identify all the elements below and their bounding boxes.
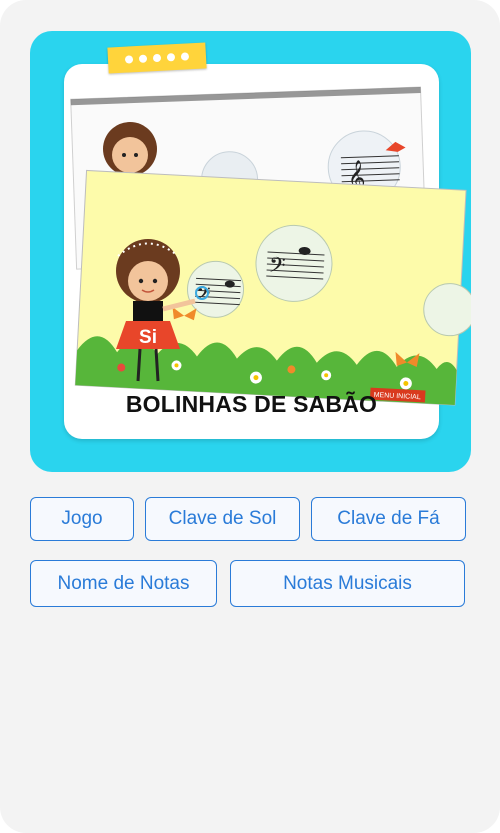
tag-button-nome-de-notas[interactable]: Nome de Notas	[30, 560, 217, 607]
tape-dot	[180, 52, 190, 61]
tag-button-label: Nome de Notas	[57, 572, 190, 594]
product-card: 𝄞 𝄢 𝄢 MENU INICIAL Si BOLINHAS DE SABÃO …	[0, 0, 500, 833]
tape-dot	[124, 55, 134, 64]
thumbnail-frame[interactable]: 𝄞 𝄢 𝄢 MENU INICIAL Si BOLINHAS DE SABÃO	[30, 31, 471, 472]
tag-button-label: Jogo	[61, 508, 103, 529]
tag-button-clave-de-fa[interactable]: Clave de Fá	[311, 497, 466, 541]
back-girl-figure	[103, 122, 157, 176]
tag-button-clave-de-sol[interactable]: Clave de Sol	[145, 497, 300, 541]
tag-button-label: Clave de Fá	[337, 508, 440, 529]
tape-dot	[152, 53, 162, 63]
tag-button-label: Notas Musicais	[283, 572, 412, 594]
tag-button-notas-musicais[interactable]: Notas Musicais	[230, 560, 465, 607]
product-title: BOLINHAS DE SABÃO	[125, 391, 378, 417]
tag-button-jogo[interactable]: Jogo	[30, 497, 134, 541]
note-badge-label: Si	[139, 327, 157, 348]
svg-text:𝄢: 𝄢	[268, 253, 286, 284]
tape-dot	[166, 53, 176, 62]
decorative-tape	[107, 42, 207, 74]
tag-button-label: Clave de Sol	[168, 508, 277, 529]
tape-dot	[138, 54, 148, 63]
